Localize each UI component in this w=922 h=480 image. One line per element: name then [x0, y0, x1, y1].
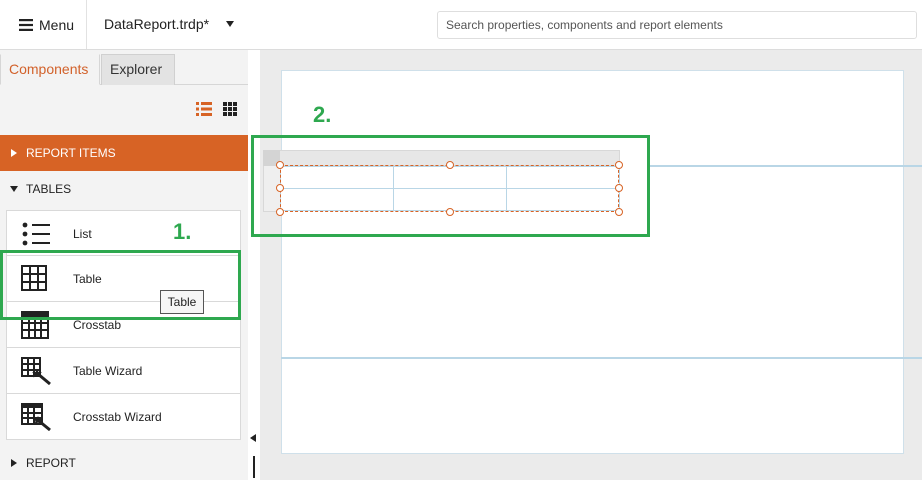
grid-view-icon[interactable] [222, 101, 238, 117]
file-name[interactable]: DataReport.trdp* [104, 0, 209, 49]
tab-components[interactable]: Components [0, 54, 100, 85]
menu-label: Menu [39, 16, 75, 33]
section-report[interactable]: REPORT [0, 445, 248, 480]
search-input[interactable] [437, 11, 917, 39]
section-tables[interactable]: TABLES [0, 171, 248, 207]
caret-down-icon [10, 186, 18, 192]
chevron-down-icon[interactable] [225, 20, 235, 28]
item-label: Table Wizard [73, 364, 143, 378]
panel-tabs: Components Explorer [0, 50, 248, 85]
menu-button[interactable]: Menu [0, 0, 87, 49]
tooltip: Table [160, 290, 204, 314]
hamburger-icon [19, 18, 33, 31]
annotation-box-step-2 [251, 135, 650, 237]
report-page[interactable] [281, 70, 904, 454]
tables-item-list: List Table Crosstab Table Wizard Crossta… [6, 210, 241, 440]
annotation-label-step-1: 1. [173, 219, 192, 244]
item-label: Crosstab Wizard [73, 410, 162, 424]
tab-explorer[interactable]: Explorer [101, 54, 175, 85]
table-wizard-icon [21, 357, 51, 385]
annotation-label-step-2: 2. [313, 102, 332, 127]
collapse-panel-icon[interactable] [250, 434, 256, 442]
band-separator [281, 357, 922, 359]
panel-splitter[interactable] [253, 456, 255, 478]
caret-right-icon [11, 149, 17, 157]
section-label: REPORT [26, 456, 76, 470]
annotation-box-step-1 [0, 250, 241, 320]
list-view-icon[interactable] [196, 101, 212, 117]
section-report-items[interactable]: REPORT ITEMS [0, 135, 248, 171]
list-icon [22, 222, 50, 246]
band-separator [648, 165, 922, 167]
caret-right-icon [11, 459, 17, 467]
component-table-wizard[interactable]: Table Wizard [6, 348, 241, 394]
section-label: TABLES [26, 182, 72, 196]
component-crosstab-wizard[interactable]: Crosstab Wizard [6, 394, 241, 440]
section-label: REPORT ITEMS [26, 146, 116, 160]
top-toolbar: Menu DataReport.trdp* [0, 0, 922, 50]
crosstab-wizard-icon [21, 403, 51, 431]
